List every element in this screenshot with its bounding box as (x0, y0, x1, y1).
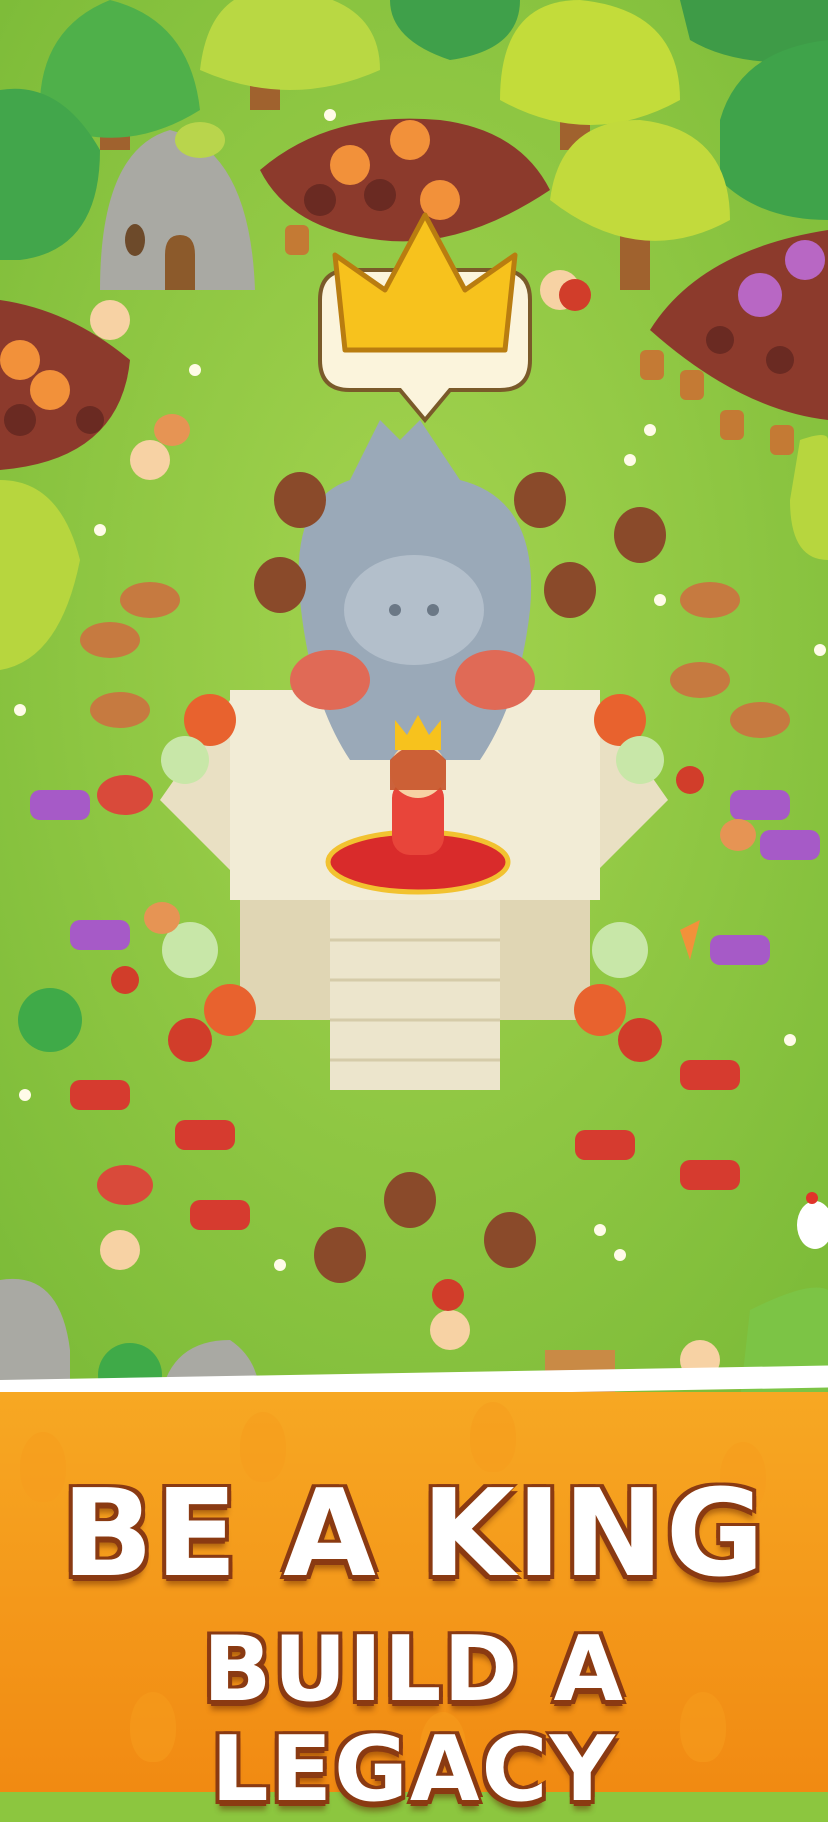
headline: BE A KING (61, 1465, 767, 1604)
carrot-icon (470, 1402, 516, 1472)
game-scene (0, 0, 828, 1407)
village-map (0, 0, 828, 1407)
subheadline: BUILD A LEGACY (202, 1617, 626, 1822)
